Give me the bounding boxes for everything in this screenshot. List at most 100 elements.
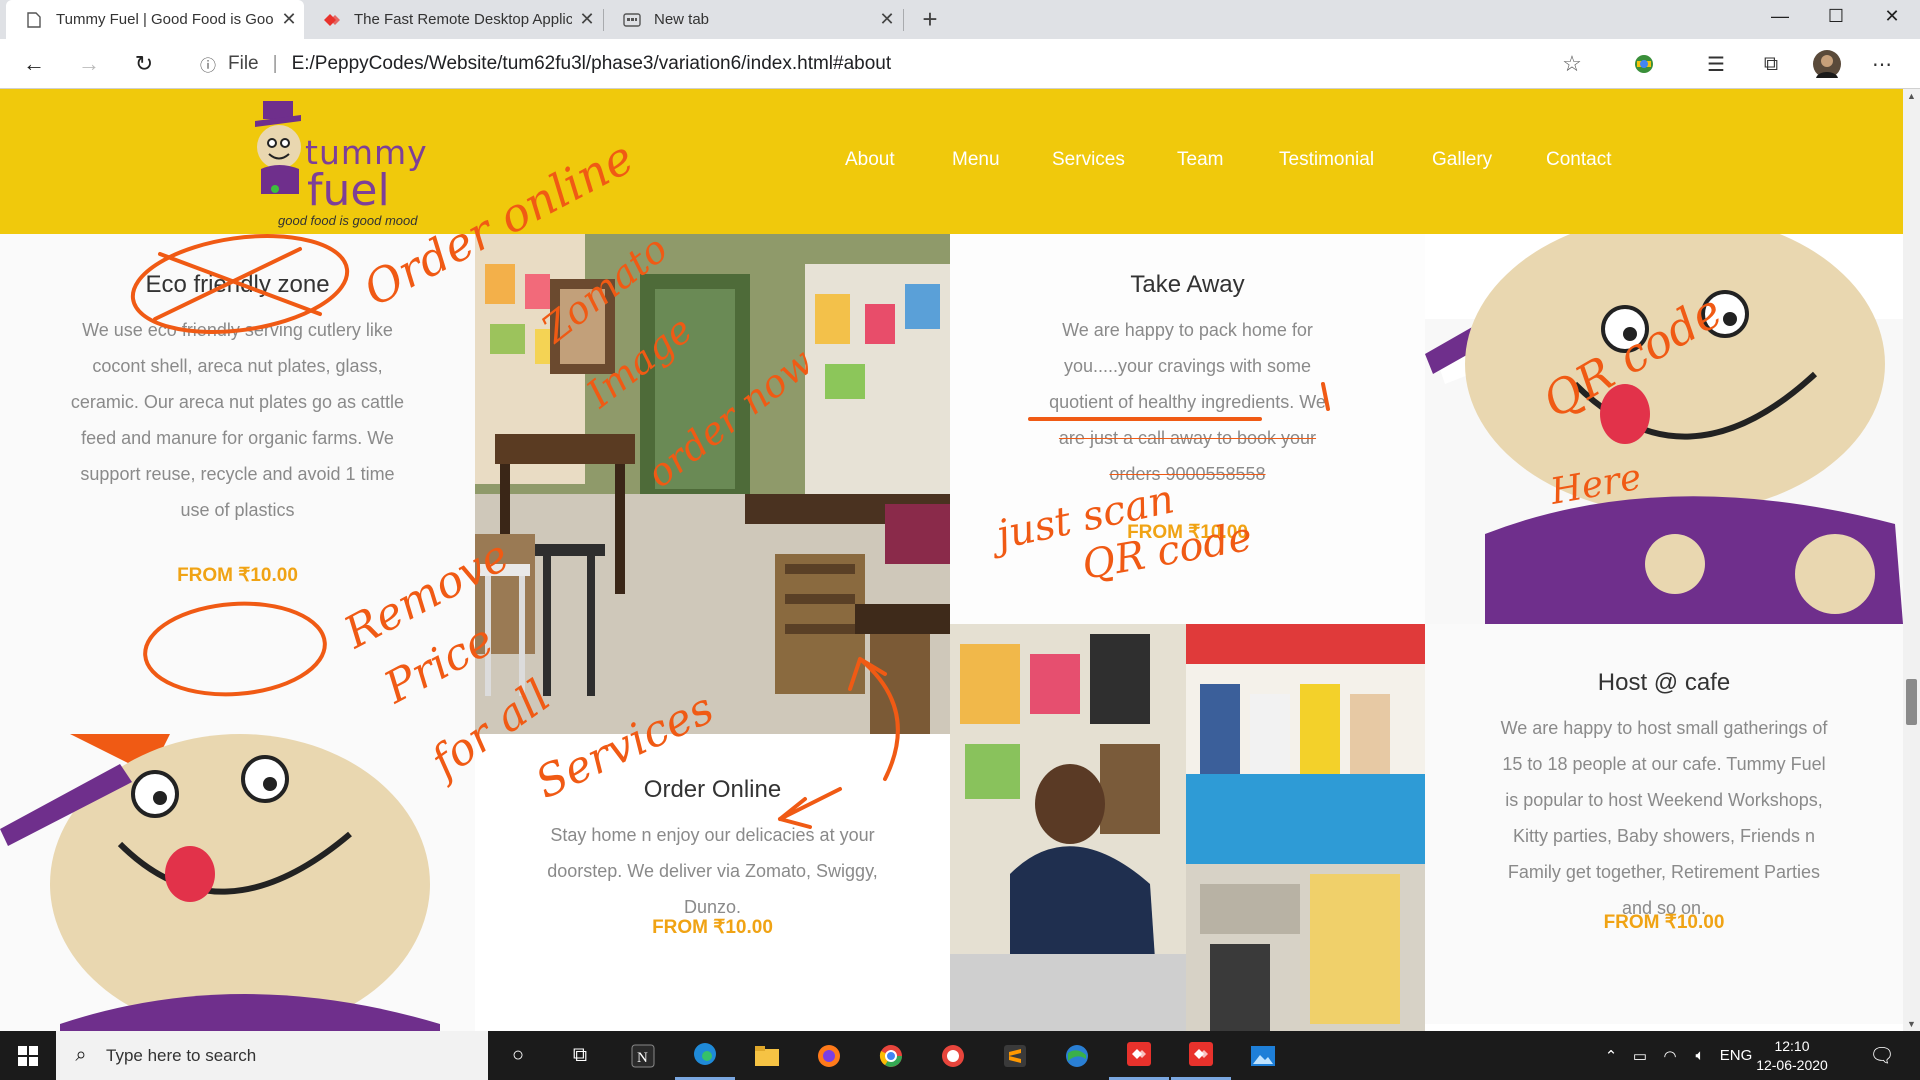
service-title: Take Away [1130,271,1245,298]
browser-toolbar: ← → ↻ ⓘ File | E:/PeppyCodes/Website/tum… [0,39,1920,89]
url-text[interactable]: E:/PeppyCodes/Website/tum62fu3l/phase3/v… [292,53,1554,75]
anydesk-icon [322,10,342,30]
tab-divider [903,9,904,31]
tab-tummy-fuel[interactable]: Tummy Fuel | Good Food is Goo ✕ [6,0,304,39]
scroll-down-icon[interactable]: ▼ [1903,1019,1920,1029]
chrome-icon[interactable] [861,1031,921,1080]
service-price: FROM ₹10.00 [1127,522,1248,543]
tummy-fuel-logo[interactable]: tummy fuel good food is good mood [255,99,455,228]
windows-logo-icon [18,1045,38,1066]
cafe-interior-photo [475,234,950,734]
sketch-app-icon[interactable] [923,1031,983,1080]
notion-app-icon[interactable]: N [613,1031,673,1080]
new-tab-page-icon [622,10,642,30]
service-card-eco: Eco friendly zone We use eco friendly se… [0,234,475,634]
task-view-cortana-icon[interactable]: ○ [488,1031,548,1080]
arrow-left-icon: ← [23,51,45,76]
scrollbar-thumb[interactable] [1906,679,1917,725]
firefox-icon[interactable] [799,1031,859,1080]
logo-word-fuel: fuel [307,165,390,216]
mascot-illustration [1425,234,1903,624]
battery-icon[interactable]: ▭ [1626,1031,1654,1080]
nav-gallery[interactable]: Gallery [1432,149,1492,171]
service-price: FROM ₹10.00 [652,917,773,938]
more-options-icon[interactable]: ⋯ [1868,50,1896,78]
service-description: Stay home n enjoy our delicacies at your… [547,825,878,917]
search-placeholder: Type here to search [106,1045,257,1065]
service-card-takeaway: Take Away We are happy to pack home for … [950,234,1425,634]
file-explorer-icon[interactable] [737,1031,797,1080]
svg-text:N: N [637,1050,648,1066]
service-description-line: quotient of healthy ingredients. We [1049,392,1326,412]
anydesk-app-icon[interactable] [1109,1031,1169,1080]
service-description-line: orders 9000558558 [1109,464,1266,484]
forward-button[interactable]: → [73,48,105,80]
nav-menu[interactable]: Menu [952,149,1000,171]
mascot-logo-icon [255,101,301,194]
profile-avatar[interactable] [1813,50,1841,78]
cafe-events-photo-collage [950,624,1425,1031]
service-title: Eco friendly zone [145,271,330,298]
address-bar[interactable]: ⓘ File | E:/PeppyCodes/Website/tum62fu3l… [180,45,1590,83]
task-view-icon[interactable]: ⧉ [550,1031,610,1080]
nav-contact[interactable]: Contact [1546,149,1611,171]
tab-title: Tummy Fuel | Good Food is Goo [56,11,274,28]
new-tab-button[interactable]: + [910,0,950,39]
minimize-button[interactable]: — [1752,0,1808,32]
service-description: We are happy to pack home for you.....yo… [1020,312,1355,492]
favorite-star-icon[interactable]: ☆ [1554,51,1590,77]
close-icon[interactable]: ✕ [274,9,304,30]
tab-remote-desktop[interactable]: The Fast Remote Desktop Applic ✕ [304,0,602,39]
collections-icon[interactable]: ⧉ [1757,50,1785,78]
close-icon[interactable]: ✕ [872,9,902,30]
maximize-button[interactable]: ☐ [1808,0,1864,32]
windows-taskbar: ⌕ Type here to search ○ ⧉ N ⌃ ▭ ◠ 🔈︎ ENG… [0,1031,1920,1080]
tab-new-tab[interactable]: New tab ✕ [604,0,902,39]
sublime-text-icon[interactable] [985,1031,1045,1080]
show-hidden-icons-chevron-icon[interactable]: ⌃ [1598,1031,1624,1080]
service-title: Host @ cafe [1597,669,1731,696]
logo-tagline: good food is good mood [278,213,418,228]
page-icon [24,10,44,30]
extension-icon[interactable] [1630,50,1658,78]
system-clock[interactable]: 12:10 12-06-2020 [1752,1037,1832,1075]
edge-browser-icon[interactable] [675,1031,735,1080]
nav-team[interactable]: Team [1177,149,1223,171]
photos-app-icon[interactable] [1233,1031,1293,1080]
search-icon: ⌕ [75,1044,87,1066]
window-close-button[interactable]: ✕ [1864,0,1920,32]
tab-title: New tab [654,11,710,28]
favorites-icon[interactable]: ☰ [1702,50,1730,78]
service-card-order-online: Order Online Stay home n enjoy our delic… [475,734,950,1031]
scroll-up-icon[interactable]: ▲ [1903,91,1920,101]
scheme-separator: | [272,53,278,74]
service-description-line: you.....your cravings with some [1063,356,1312,376]
scheme-label: File [228,53,259,74]
clock-time: 12:10 [1774,1038,1810,1054]
mascot-illustration [0,734,475,1031]
anydesk-app-icon-2[interactable] [1171,1031,1231,1080]
info-icon[interactable]: ⓘ [194,52,222,76]
tab-title: The Fast Remote Desktop Applic [354,11,572,28]
service-price: FROM ₹10.00 [177,565,298,586]
volume-icon[interactable]: 🔈︎ [1686,1031,1714,1080]
refresh-button[interactable]: ↻ [128,48,160,80]
taskbar-search-box[interactable]: ⌕ Type here to search [56,1031,488,1080]
nav-services[interactable]: Services [1052,149,1125,171]
nav-testimonial[interactable]: Testimonial [1279,149,1374,171]
back-button[interactable]: ← [18,48,50,80]
service-description-line: We are happy to pack home for [1062,320,1313,340]
service-title: Order Online [643,776,782,803]
input-language[interactable]: ENG [1716,1031,1756,1080]
website-viewport: Eco friendly zone We use eco friendly se… [0,89,1903,1031]
wifi-icon[interactable]: ◠ [1656,1031,1684,1080]
service-price: FROM ₹10.00 [1603,912,1725,933]
service-card-host: Host @ cafe We are happy to host small g… [1425,624,1903,1031]
nav-about[interactable]: About [845,149,895,171]
browser-tab-strip: Tummy Fuel | Good Food is Goo ✕ The Fast… [0,0,1920,39]
notifications-icon[interactable]: 🗨︎ [1862,1031,1902,1080]
page-scrollbar[interactable]: ▲ ▼ [1903,89,1920,1031]
maps-app-icon[interactable] [1047,1031,1107,1080]
start-button[interactable] [0,1031,56,1080]
close-icon[interactable]: ✕ [572,9,602,30]
